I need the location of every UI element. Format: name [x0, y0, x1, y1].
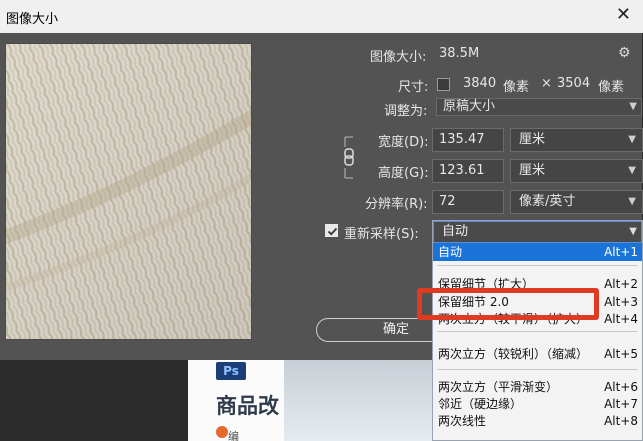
menu-item-shortcut: Alt+2 — [604, 277, 638, 291]
dimensions-label: 尺寸: — [398, 80, 429, 95]
menu-item-bicubic-smooth-gradients[interactable]: 两次立方（平滑渐变） Alt+6 — [433, 378, 642, 396]
chevron-down-icon: ▼ — [628, 165, 636, 176]
resample-label: 重新采样(S): — [344, 227, 419, 242]
background-dark-area — [0, 360, 188, 441]
chevron-down-icon: ▼ — [629, 101, 637, 112]
height-unit-select[interactable]: 厘米 ▼ — [510, 159, 643, 183]
height-input[interactable]: 123.61 — [432, 159, 504, 183]
title-bar: 图像大小 ✕ — [0, 0, 643, 33]
menu-item-shortcut: Alt+4 — [604, 312, 638, 326]
resample-value: 自动 — [442, 224, 469, 239]
resolution-label: 分辨率(R): — [365, 197, 428, 212]
width-unit-value: 厘米 — [519, 132, 546, 147]
menu-item-shortcut: Alt+3 — [604, 295, 638, 309]
menu-item-bilinear[interactable]: 两次线性 Alt+8 — [433, 412, 642, 430]
resample-select[interactable]: 自动 ▼ — [433, 221, 642, 243]
chevron-down-icon: ▼ — [629, 226, 637, 237]
resolution-input[interactable]: 72 — [432, 190, 504, 214]
chevron-down-icon: ▼ — [628, 196, 636, 207]
dimensions-width-px: 3840 — [463, 76, 497, 91]
image-size-value: 38.5M — [439, 46, 480, 61]
checkbox-checked-icon — [327, 227, 338, 236]
fit-to-value: 原稿大小 — [443, 99, 496, 114]
annotation-highlight-box — [417, 288, 599, 320]
menu-item-shortcut: Alt+1 — [604, 245, 638, 259]
resolution-unit-select[interactable]: 像素/英寸 ▼ — [510, 190, 643, 214]
image-size-label: 图像大小: — [370, 50, 427, 65]
chevron-down-icon: ▼ — [628, 134, 636, 145]
background-subtext: 编 — [228, 430, 239, 441]
menu-item-label: 两次立方（较锐利）（缩减） — [438, 347, 589, 361]
gear-icon[interactable]: ⚙ — [618, 45, 631, 61]
resolution-unit-value: 像素/英寸 — [519, 194, 576, 209]
dimensions-height-unit: 像素 — [598, 80, 625, 95]
menu-item-label: 两次线性 — [438, 414, 487, 428]
dimensions-height-px: 3504 — [557, 76, 591, 91]
dimensions-checkbox[interactable] — [437, 78, 450, 91]
menu-separator — [437, 369, 638, 370]
menu-item-auto[interactable]: 自动 Alt+1 — [433, 243, 642, 261]
menu-item-label: 邻近（硬边缘） — [438, 397, 523, 411]
orange-dot-icon — [216, 426, 228, 438]
resample-checkbox[interactable] — [325, 224, 338, 237]
height-label: 高度(G): — [378, 166, 429, 181]
menu-separator — [437, 331, 638, 332]
menu-item-label: 自动 — [438, 245, 463, 259]
window-title: 图像大小 — [6, 12, 59, 27]
width-label: 宽度(D): — [378, 135, 429, 150]
background-headline: 商品改 — [216, 394, 279, 418]
close-icon[interactable]: ✕ — [616, 4, 631, 25]
chain-link-icon[interactable] — [343, 135, 355, 180]
fit-to-label: 调整为: — [384, 104, 428, 119]
dimensions-width-unit: 像素 — [503, 80, 530, 95]
menu-item-nearest-neighbor[interactable]: 邻近（硬边缘） Alt+7 — [433, 395, 642, 413]
background-card: Ps 商品改 编 — [188, 360, 284, 441]
menu-item-label: 两次立方（平滑渐变） — [438, 380, 559, 394]
menu-item-shortcut: Alt+8 — [604, 414, 638, 428]
resample-dropdown[interactable]: 自动 ▼ 自动 Alt+1 保留细节（扩大） Alt+2 保留细节 2.0 Al… — [432, 220, 643, 441]
menu-separator — [437, 265, 638, 266]
dimensions-times: × — [541, 76, 552, 91]
height-unit-value: 厘米 — [519, 163, 546, 178]
menu-item-shortcut: Alt+6 — [604, 380, 638, 394]
menu-item-shortcut: Alt+5 — [604, 347, 638, 361]
image-preview[interactable] — [5, 43, 252, 340]
width-input[interactable]: 135.47 — [432, 128, 504, 152]
fit-to-select[interactable]: 原稿大小 ▼ — [436, 98, 642, 116]
menu-item-bicubic-sharper[interactable]: 两次立方（较锐利）（缩减） Alt+5 — [433, 345, 642, 363]
menu-item-shortcut: Alt+7 — [604, 397, 638, 411]
width-unit-select[interactable]: 厘米 ▼ — [510, 128, 643, 152]
ps-badge: Ps — [216, 362, 246, 380]
